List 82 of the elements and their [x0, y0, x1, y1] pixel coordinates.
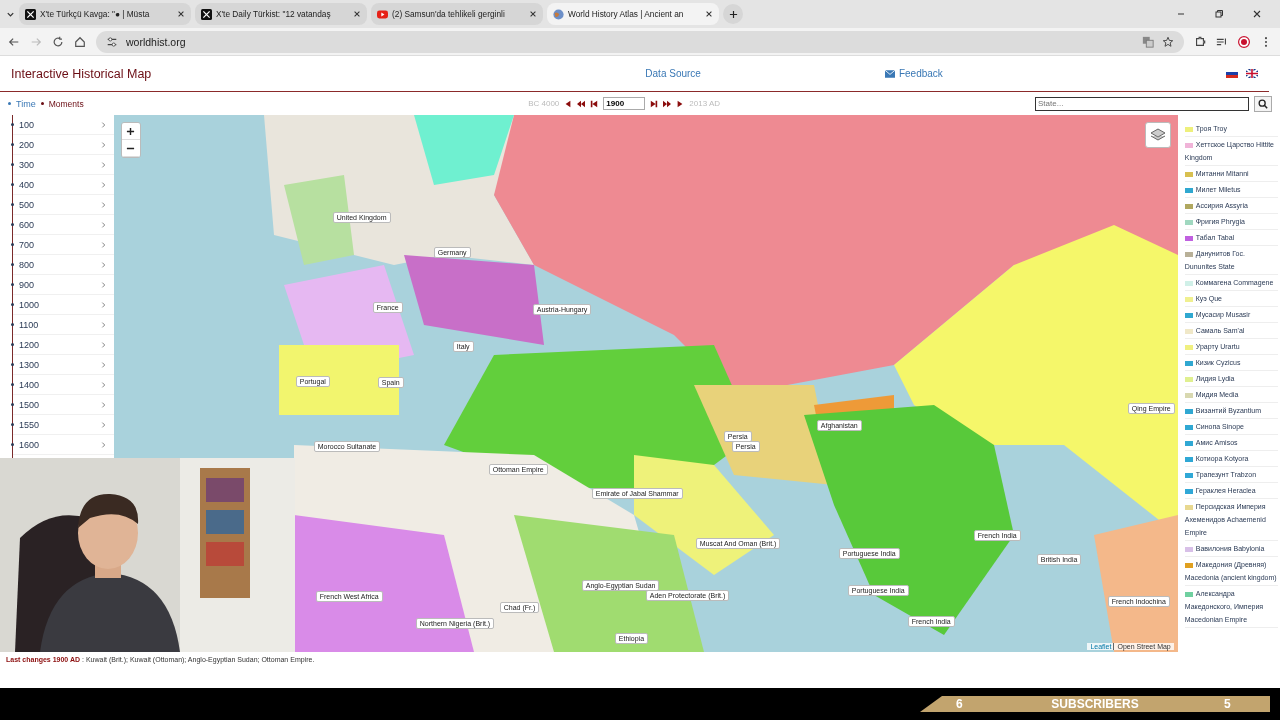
- fast-forward-icon[interactable]: [663, 99, 672, 108]
- chevron-right-icon: [100, 380, 106, 389]
- chevron-right-icon: [100, 300, 106, 309]
- plus-icon: [728, 9, 738, 19]
- play-logo-icon: [377, 8, 388, 20]
- address-bar[interactable]: worldhist.org: [96, 30, 1184, 53]
- chevron-right-icon: [100, 400, 106, 409]
- puzzle-icon[interactable]: [1194, 35, 1206, 48]
- timeline-item[interactable]: 300: [13, 155, 114, 175]
- site-settings-icon: [106, 35, 118, 48]
- timeline-item[interactable]: 1600: [13, 435, 114, 455]
- timeline-item[interactable]: 1400: [13, 375, 114, 395]
- chevron-right-icon: [100, 280, 106, 289]
- close-tab-icon[interactable]: [177, 10, 185, 18]
- star-icon[interactable]: [1162, 35, 1174, 48]
- time-link[interactable]: Time: [16, 98, 36, 109]
- chevron-right-icon: [100, 180, 106, 189]
- flag-icon[interactable]: [1226, 69, 1238, 78]
- chevron-right-icon: [100, 200, 106, 209]
- chevron-right-icon: [100, 240, 106, 249]
- globe-icon: [553, 8, 564, 20]
- chevron-right-icon: [100, 120, 106, 129]
- state-search-field[interactable]: State...: [1035, 96, 1249, 111]
- x-logo-icon: [25, 8, 36, 20]
- timeline-item[interactable]: 1550: [13, 415, 114, 435]
- chevron-right-icon: [100, 340, 106, 349]
- timeline-item[interactable]: 700: [13, 235, 114, 255]
- rewind-icon[interactable]: [577, 99, 586, 108]
- home-icon[interactable]: [74, 35, 86, 48]
- chevron-right-icon: [100, 360, 106, 369]
- browser-tab[interactable]: World History Atlas | Ancient an: [547, 3, 719, 25]
- timeline-item[interactable]: 1000: [13, 295, 114, 315]
- chevron-right-icon: [100, 440, 106, 449]
- step-back-icon[interactable]: [564, 99, 573, 108]
- browser-tab[interactable]: (2) Samsun'da tehlikeli gerginli: [371, 3, 543, 25]
- profile-avatar-icon[interactable]: [1238, 35, 1250, 48]
- timeline-item[interactable]: 500: [13, 195, 114, 215]
- chevron-right-icon: [100, 420, 106, 429]
- reload-icon[interactable]: [52, 35, 64, 48]
- chevron-right-icon: [100, 320, 106, 329]
- timeline-item[interactable]: 1500: [13, 395, 114, 415]
- flag-icon[interactable]: [1246, 69, 1258, 78]
- search-button[interactable]: [1254, 95, 1272, 112]
- timeline-item[interactable]: 900: [13, 275, 114, 295]
- back-icon[interactable]: [8, 35, 20, 48]
- close-icon[interactable]: [1252, 9, 1262, 19]
- close-tab-icon[interactable]: [705, 10, 713, 18]
- chevron-right-icon: [100, 260, 106, 269]
- browser-tab[interactable]: X'te Daily Türkist: "12 vatandaş: [195, 3, 367, 25]
- timeline-item[interactable]: 800: [13, 255, 114, 275]
- chevron-right-icon: [100, 160, 106, 169]
- search-icon: [1258, 98, 1268, 109]
- subscriber-digit: 6: [956, 697, 964, 711]
- chevron-right-icon: [100, 220, 106, 229]
- feedback-link[interactable]: Feedback: [898, 68, 943, 79]
- x-logo-icon: [201, 8, 212, 20]
- end-year-label: 2013 AD: [689, 99, 720, 108]
- site-title: Interactive Historical Map: [11, 66, 152, 81]
- year-input[interactable]: 1900: [603, 97, 646, 110]
- start-year-label: BC 4000: [528, 99, 560, 108]
- skip-forward-icon[interactable]: [650, 99, 659, 108]
- timeline-item[interactable]: 1200: [13, 335, 114, 355]
- banner-title: SUBSCRIBERS: [1051, 697, 1139, 711]
- data-source-link[interactable]: Data Source: [645, 68, 701, 79]
- chevron-right-icon: [100, 140, 106, 149]
- new-tab-button[interactable]: [723, 4, 743, 24]
- timeline-item[interactable]: 200: [13, 135, 114, 155]
- envelope-icon: [884, 69, 895, 78]
- browser-tab[interactable]: X'te Türkçü Kavga: "● | Müsta: [19, 3, 191, 25]
- timeline-item[interactable]: 400: [13, 175, 114, 195]
- timeline-item[interactable]: 1300: [13, 355, 114, 375]
- play-icon[interactable]: [676, 99, 685, 108]
- subscriber-digit: 5: [1224, 697, 1232, 711]
- timeline-item[interactable]: 1100: [13, 315, 114, 335]
- timeline-item[interactable]: 600: [13, 215, 114, 235]
- moments-link[interactable]: Moments: [48, 98, 84, 109]
- close-tab-icon[interactable]: [529, 10, 537, 18]
- close-tab-icon[interactable]: [353, 10, 361, 18]
- translate-icon[interactable]: [1142, 35, 1154, 48]
- timeline-item[interactable]: 100: [13, 115, 114, 135]
- skip-back-icon[interactable]: [590, 99, 599, 108]
- restore-icon[interactable]: [1214, 9, 1224, 19]
